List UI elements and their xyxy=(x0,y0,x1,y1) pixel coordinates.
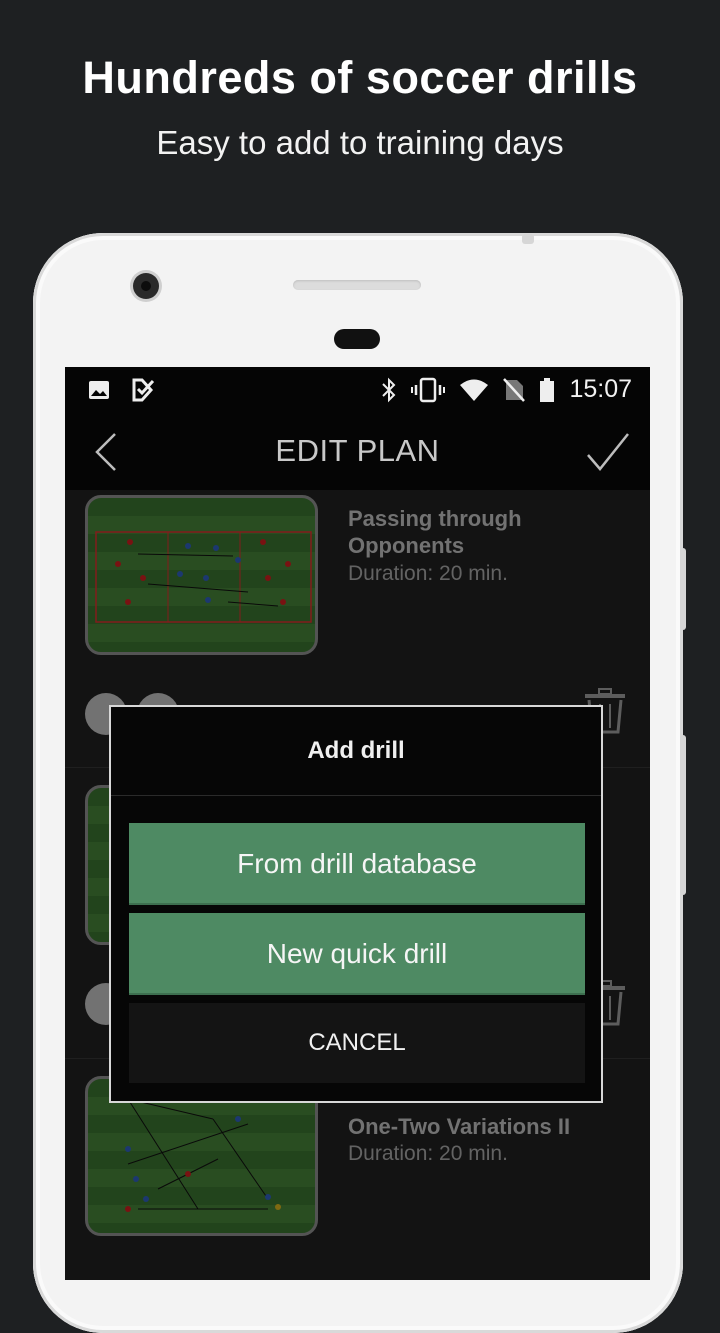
new-quick-drill-button[interactable]: New quick drill xyxy=(129,913,585,995)
phone-top-button xyxy=(522,234,534,244)
phone-power-button xyxy=(680,548,686,630)
checklist-icon xyxy=(132,378,155,402)
battery-icon xyxy=(540,377,555,402)
wifi-icon xyxy=(460,379,489,401)
from-drill-database-button[interactable]: From drill database xyxy=(129,823,585,905)
earpiece-speaker xyxy=(293,280,421,290)
no-sim-icon xyxy=(503,377,526,402)
vibrate-icon xyxy=(411,377,446,402)
status-time: 15:07 xyxy=(569,375,632,403)
phone-screen: 15:07 EDIT PLAN Passing through Opponent… xyxy=(65,367,650,1280)
checkmark-icon[interactable] xyxy=(585,431,631,473)
promo-title: Hundreds of soccer drills xyxy=(82,52,638,103)
bluetooth-icon xyxy=(382,377,396,402)
proximity-sensor xyxy=(334,329,380,349)
promo-subtitle: Easy to add to training days xyxy=(156,124,564,161)
image-icon xyxy=(89,381,109,399)
add-drill-dialog: Add drill From drill database New quick … xyxy=(109,705,603,1103)
cancel-button[interactable]: CANCEL xyxy=(129,1003,585,1083)
phone-volume-button xyxy=(680,735,686,895)
status-bar: 15:07 xyxy=(65,367,650,413)
front-camera xyxy=(133,273,159,299)
page-title: EDIT PLAN xyxy=(275,433,440,468)
dialog-title: Add drill xyxy=(307,737,405,764)
dialog-divider xyxy=(111,795,601,796)
app-bar: EDIT PLAN xyxy=(65,413,650,490)
